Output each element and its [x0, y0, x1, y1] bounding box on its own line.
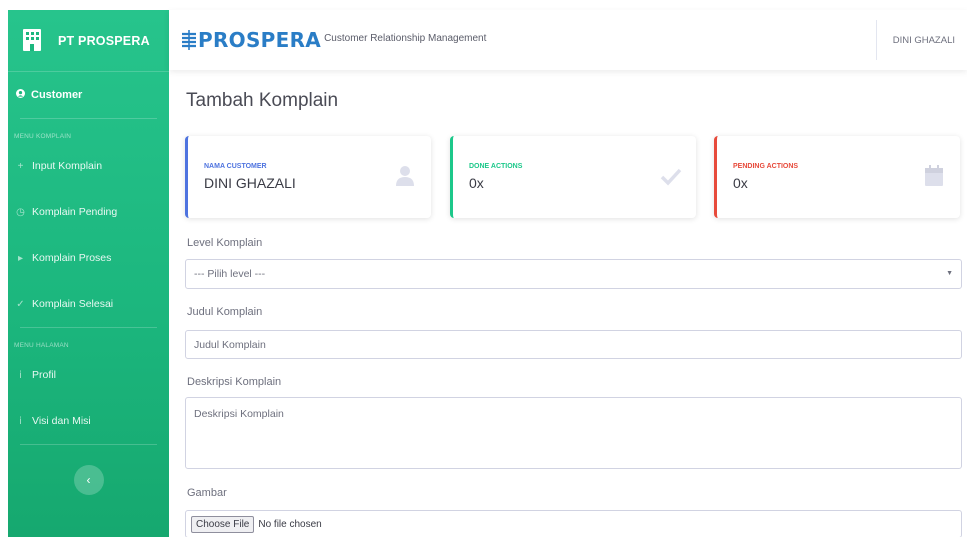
app-logo[interactable]: PROSPERA Customer Relationship Managemen…	[169, 28, 486, 52]
sidebar: PT PROSPERA Customer MENU KOMPLAIN + Inp…	[8, 10, 169, 537]
building-icon	[22, 28, 46, 54]
chevron-down-icon: ▼	[946, 270, 953, 277]
sidebar-item-label: Visi dan Misi	[32, 415, 91, 427]
card-nama-customer: NAMA CUSTOMER DINI GHAZALI	[185, 136, 431, 218]
deskripsi-komplain-label: Deskripsi Komplain	[187, 376, 282, 388]
level-komplain-label: Level Komplain	[187, 237, 263, 249]
sidebar-brand[interactable]: PT PROSPERA	[8, 10, 169, 72]
sidebar-item-label: Komplain Proses	[32, 252, 112, 264]
sidebar-toggle-button[interactable]: ‹	[73, 465, 104, 495]
user-name: DINI GHAZALI	[892, 34, 955, 46]
sidebar-item-komplain-proses[interactable]: ▸ Komplain Proses	[8, 235, 169, 281]
card-done-actions: DONE ACTIONS 0x	[450, 136, 696, 218]
user-icon	[395, 165, 417, 189]
file-status: No file chosen	[258, 518, 322, 530]
sidebar-item-label: Komplain Selesai	[32, 298, 114, 310]
info-icon: ⅰ	[19, 369, 22, 381]
check-icon	[660, 165, 682, 189]
play-icon: ▸	[17, 252, 24, 264]
sidebar-item-komplain-selesai[interactable]: ✓ Komplain Selesai	[8, 281, 169, 327]
sidebar-item-label: Customer	[31, 89, 83, 101]
sidebar-item-visi-misi[interactable]: ⅰ Visi dan Misi	[8, 398, 169, 444]
level-komplain-value: --- Pilih level ---	[194, 268, 266, 280]
gambar-label: Gambar	[187, 487, 227, 499]
judul-komplain-input[interactable]: Judul Komplain	[185, 330, 962, 359]
card-value: 0x	[733, 175, 748, 191]
choose-file-button[interactable]: Choose File	[191, 515, 255, 533]
level-komplain-select[interactable]: --- Pilih level --- ▼	[185, 259, 962, 289]
sidebar-heading: MENU HALAMAN	[14, 342, 69, 349]
info-icon: ⅰ	[19, 415, 22, 427]
card-pending-actions: PENDING ACTIONS 0x	[714, 136, 960, 218]
judul-komplain-placeholder: Judul Komplain	[194, 338, 266, 351]
topbar: PROSPERA Customer Relationship Managemen…	[169, 10, 967, 70]
card-value: 0x	[469, 175, 484, 191]
gambar-file-input[interactable]: Choose File No file chosen	[185, 510, 962, 537]
sidebar-toggle-wrap: ‹	[8, 445, 169, 495]
user-menu[interactable]: DINI GHAZALI	[875, 20, 967, 60]
logo-text: PROSPERA	[198, 28, 322, 52]
sidebar-item-label: Komplain Pending	[32, 206, 118, 218]
user-circle-icon	[16, 89, 25, 101]
logo-subtitle: Customer Relationship Management	[324, 32, 487, 44]
deskripsi-komplain-textarea[interactable]: Deskripsi Komplain	[185, 397, 962, 469]
card-label: DONE ACTIONS	[469, 163, 523, 170]
card-label: PENDING ACTIONS	[733, 163, 799, 170]
card-label: NAMA CUSTOMER	[204, 163, 267, 170]
clock-icon: ◷	[16, 206, 25, 218]
page-title: Tambah Komplain	[186, 90, 339, 111]
sidebar-item-input-komplain[interactable]: + Input Komplain	[8, 143, 169, 189]
sidebar-item-customer[interactable]: Customer	[8, 72, 169, 118]
deskripsi-komplain-placeholder: Deskripsi Komplain	[194, 408, 284, 420]
sidebar-item-profil[interactable]: ⅰ Profil	[8, 352, 169, 398]
sidebar-item-label: Profil	[32, 369, 56, 381]
judul-komplain-label: Judul Komplain	[187, 306, 263, 318]
calendar-icon	[924, 165, 946, 189]
sidebar-item-label: Input Komplain	[32, 160, 103, 172]
logo-mark-icon	[181, 30, 197, 50]
sidebar-heading: MENU KOMPLAIN	[14, 133, 72, 140]
plus-icon: +	[17, 160, 24, 172]
brand-name: PT PROSPERA	[58, 33, 150, 48]
sidebar-item-komplain-pending[interactable]: ◷ Komplain Pending	[8, 189, 169, 235]
card-value: DINI GHAZALI	[204, 175, 296, 191]
check-icon: ✓	[16, 298, 25, 310]
